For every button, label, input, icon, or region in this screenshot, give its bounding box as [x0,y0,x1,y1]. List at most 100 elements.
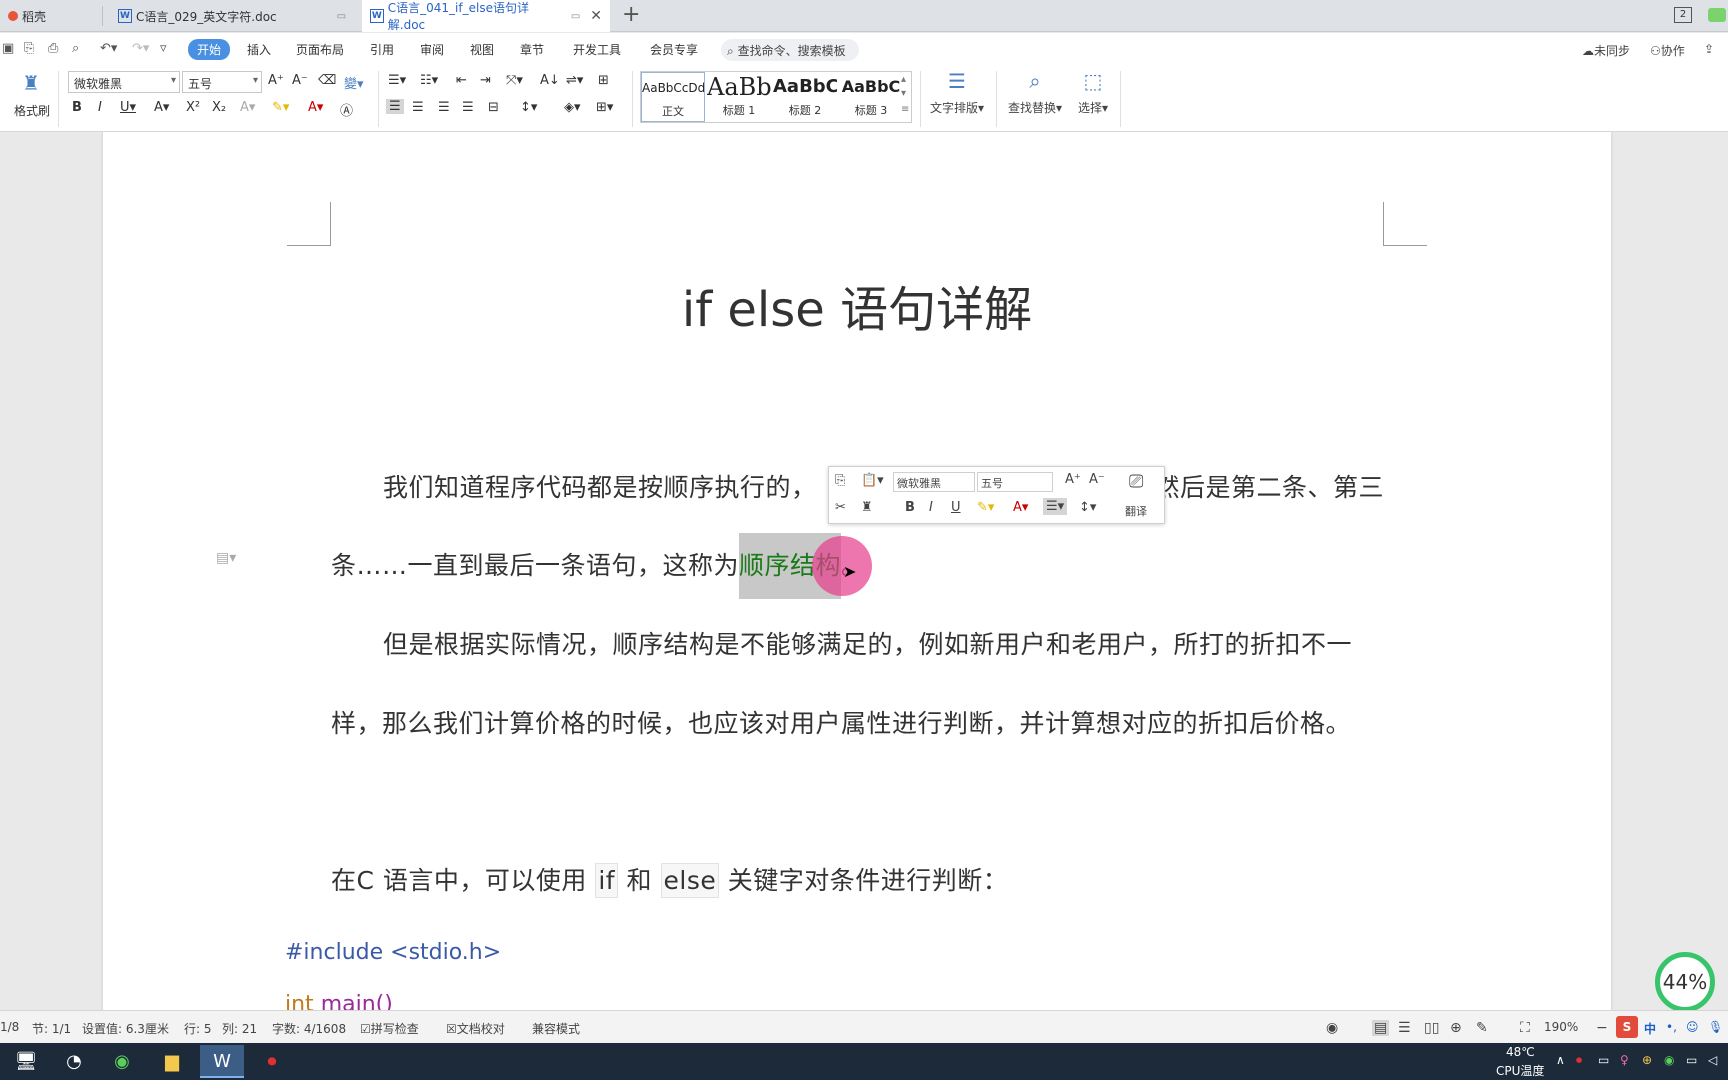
menu-review[interactable]: 审阅 [420,41,444,58]
menu-view[interactable]: 视图 [470,41,494,58]
tray-volume-icon[interactable]: ◁ [1708,1053,1717,1067]
italic-icon[interactable]: I [929,500,933,515]
char-border-icon[interactable]: Ⓐ [340,100,353,119]
translate-label[interactable]: 翻译 [1125,503,1147,519]
show-marks-icon[interactable]: ⇌▾ [566,73,583,88]
collab-button[interactable]: ⚇协作 [1650,42,1685,59]
customize-icon[interactable]: ▿ [160,41,167,56]
menu-chapter[interactable]: 章节 [520,41,544,58]
sync-status[interactable]: ☁未同步 [1582,42,1630,59]
outdent-icon[interactable]: ⇤ [456,73,467,88]
superscript-icon[interactable]: X² [186,100,200,115]
wps-logo-icon[interactable]: S [1616,1016,1638,1038]
bold-icon[interactable]: B [72,100,82,115]
grow-font-icon[interactable]: A⁺ [1065,472,1081,487]
wechat-icon[interactable]: ◉ [100,1045,144,1078]
preview-icon[interactable]: ⌕ [72,41,79,56]
dock-icon[interactable]: ▭ [571,11,580,22]
find-replace-button[interactable]: ⌕ 查找替换▾ [1004,69,1066,116]
wps-writer-icon[interactable]: W [200,1045,244,1078]
highlight-icon[interactable]: ✎▾ [977,500,994,515]
shading-icon[interactable]: ◈▾ [564,100,581,115]
menu-home[interactable]: 开始 [188,39,231,60]
command-search[interactable]: ⌕ 查找命令、搜索模板 [721,39,859,61]
align-icon[interactable]: ☰▾ [1043,498,1068,515]
eye-protection-icon[interactable]: ◉ [1326,1020,1338,1036]
bullet-list-icon[interactable]: ☰▾ [388,73,406,88]
line-spacing-icon[interactable]: ↕▾ [1079,500,1096,515]
recorder-icon[interactable]: ⏺ [250,1045,294,1078]
gallery-up-icon[interactable]: ▴ [901,74,906,85]
style-heading-2[interactable]: AaBbC 标题 2 [773,72,837,122]
clear-format-icon[interactable]: ⌫ [318,73,336,88]
file-explorer-icon[interactable]: ▆ [150,1045,194,1078]
export-icon[interactable]: ⎘ [24,41,34,56]
gallery-more-icon[interactable]: ≡ [901,104,909,115]
zoom-out-icon[interactable]: − [1596,1020,1608,1036]
word-count[interactable]: 字数: 4/1608 [272,1020,346,1037]
tray-app-icon[interactable]: ♀ [1620,1053,1629,1067]
style-normal[interactable]: AaBbCcDd 正文 [641,72,705,122]
font-color-icon[interactable]: A▾ [308,100,323,115]
grow-font-icon[interactable]: A⁺ [268,73,284,88]
tray-expand-icon[interactable]: ∧ [1556,1053,1565,1067]
font-name-select[interactable]: 微软雅黑 [68,71,180,93]
tray-plus-icon[interactable]: ⊕ [1642,1053,1652,1067]
indent-icon[interactable]: ⇥ [480,73,491,88]
phonetic-icon[interactable]: 變▾ [344,73,364,92]
table-border-icon[interactable]: ⊞ [598,73,609,88]
format-painter-label[interactable]: 格式刷 [14,102,50,119]
web-view-icon[interactable]: ⊕ [1450,1020,1462,1036]
italic-icon[interactable]: I [98,100,102,115]
computer-icon[interactable]: 🖥 [4,1045,48,1078]
page-count[interactable]: 1/8 [0,1020,19,1034]
align-center-icon[interactable]: ☰ [412,100,424,115]
style-heading-1[interactable]: AaBb 标题 1 [707,72,771,122]
strikethrough-icon[interactable]: A▾ [154,100,169,115]
member-icon[interactable] [1708,8,1726,22]
tab-document-active[interactable]: W C语言_041_if_else语句详解.doc ▭ ✕ [362,0,610,32]
borders-icon[interactable]: ⊞▾ [596,100,613,115]
underline-icon[interactable]: U [951,500,961,515]
justify-icon[interactable]: ☰ [462,100,474,115]
format-painter-icon[interactable]: ♜ [22,71,40,95]
select-button[interactable]: ⬚ 选择▾ [1070,69,1116,116]
text-layout-button[interactable]: ☰ 文字排版▾ [926,69,988,116]
save-icon[interactable]: ▣ [2,41,14,56]
menu-references[interactable]: 引用 [370,41,394,58]
highlight-icon[interactable]: ✎▾ [272,100,289,115]
copy-icon[interactable]: ⎘ [835,473,845,488]
mini-font-size-select[interactable]: 五号 [977,472,1053,492]
distribute-icon[interactable]: ⊟ [488,100,499,115]
zoom-level[interactable]: 190% [1544,1020,1578,1034]
dock-icon[interactable]: ▭ [337,11,346,22]
tray-battery-icon[interactable]: ▭ [1686,1053,1697,1067]
write-mode-icon[interactable]: ✎ [1476,1020,1488,1036]
page-view-icon[interactable]: ▤ [1372,1020,1390,1036]
sort-icon[interactable]: A↓ [540,73,560,88]
shrink-font-icon[interactable]: A⁻ [292,73,308,88]
align-left-icon[interactable]: ☰ [386,99,404,114]
print-icon[interactable]: ⎙ [48,41,58,56]
new-tab-button[interactable]: + [622,2,640,27]
paragraph-marker-icon[interactable]: ▤▾ [216,550,236,566]
window-count-badge[interactable]: 2 [1674,7,1692,23]
line-spacing-icon[interactable]: ↕▾ [520,100,537,115]
reading-view-icon[interactable]: ▯▯ [1424,1020,1439,1036]
font-color-icon[interactable]: A▾ [1013,500,1028,515]
setting-value[interactable]: 设置值: 6.3厘米 [82,1020,169,1037]
tray-record-icon[interactable]: ⏺ [1576,1053,1582,1068]
share-icon[interactable]: ⇪ [1704,42,1714,56]
close-icon[interactable]: ✕ [590,8,602,24]
menu-member[interactable]: 会员专享 [650,41,698,58]
microphone-icon[interactable]: 🎙 [1708,1020,1723,1034]
menu-page-layout[interactable]: 页面布局 [296,41,344,58]
undo-icon[interactable]: ↶▾ [100,41,117,56]
tray-wechat-icon[interactable]: ◉ [1664,1053,1674,1067]
punctuation-icon[interactable]: •, [1666,1020,1677,1034]
ime-indicator[interactable]: 中 [1644,1020,1656,1037]
subscript-icon[interactable]: X₂ [212,100,226,115]
align-right-icon[interactable]: ☰ [438,100,450,115]
shrink-font-icon[interactable]: A⁻ [1089,472,1105,487]
menu-insert[interactable]: 插入 [247,41,271,58]
